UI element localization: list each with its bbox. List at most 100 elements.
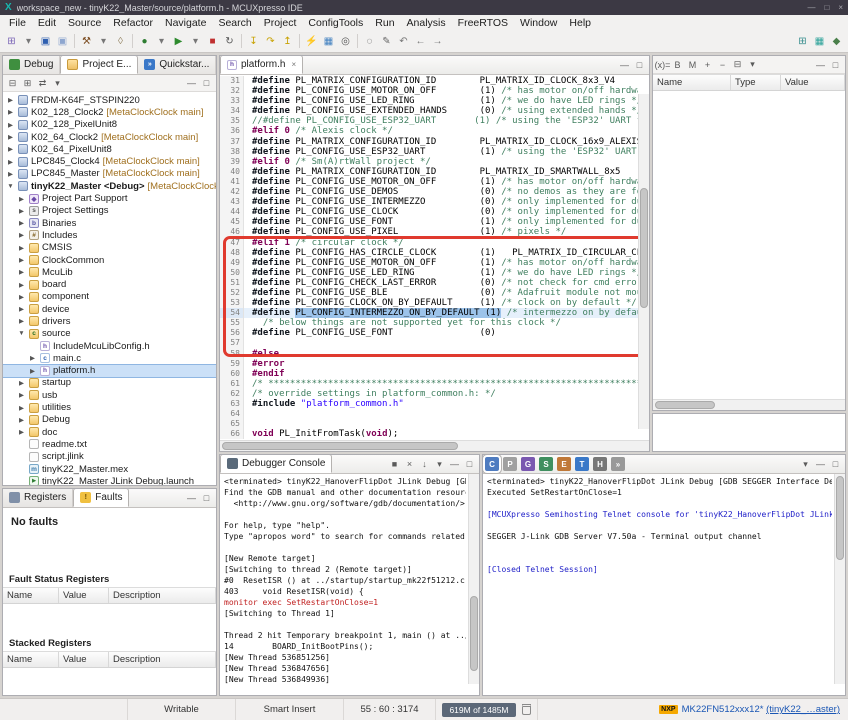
view-tab-quickstar[interactable]: »Quickstar... <box>138 55 216 74</box>
tree-item-frdm-k64f-stspin220[interactable]: ▶FRDM-K64F_STSPIN220 <box>3 94 216 106</box>
maximize-view-button[interactable]: □ <box>200 492 213 505</box>
develop-perspective-button[interactable]: ▦ <box>811 33 828 50</box>
ide-config-button[interactable]: ◎ <box>337 33 354 50</box>
global-variables-view-tab[interactable]: G <box>521 457 535 471</box>
code-editor[interactable]: 31#define PL_MATRIX_CONFIGURATION_ID PL_… <box>220 75 649 440</box>
collapse-all-button[interactable]: ⊟ <box>6 77 19 90</box>
twisty-icon[interactable]: ▶ <box>6 121 15 129</box>
menu-analysis[interactable]: Analysis <box>401 17 452 29</box>
code-line-58[interactable]: 58#else <box>220 349 638 359</box>
open-console-button[interactable]: ▾ <box>433 458 446 471</box>
menu-edit[interactable]: Edit <box>32 17 62 29</box>
tree-item-cmsis[interactable]: ▶CMSIS <box>3 242 216 254</box>
twisty-icon[interactable]: ▶ <box>17 379 26 387</box>
code-line-62[interactable]: 62/* override settings in platform_commo… <box>220 389 638 399</box>
view-menu-button[interactable]: ▾ <box>746 58 759 71</box>
menu-window[interactable]: Window <box>514 17 563 29</box>
code-line-40[interactable]: 40#define PL_MATRIX_CONFIGURATION_ID PL_… <box>220 167 638 177</box>
memory-view-button[interactable]: ▦ <box>320 33 337 50</box>
telnet-view-tab[interactable]: T <box>575 457 589 471</box>
tree-item-tinyk22-master-debug[interactable]: ▼tinyK22_Master <Debug> [MetaClockClock … <box>3 180 216 192</box>
maximize-window-button[interactable]: □ <box>824 3 829 12</box>
tree-item-k02-64-pixelunit8[interactable]: ▶K02_64_PixelUnit8 <box>3 143 216 155</box>
tree-item-k02-128-clock2[interactable]: ▶K02_128_Clock2 [MetaClockClock main] <box>3 106 216 118</box>
minimize-view-button[interactable]: — <box>185 77 198 90</box>
more-views-tab[interactable]: » <box>611 457 625 471</box>
code-line-63[interactable]: 63#include "platform_common.h" <box>220 399 638 409</box>
scrollbar-thumb[interactable] <box>836 476 844 560</box>
view-tab-debug[interactable]: Debug <box>3 55 60 74</box>
view-tab-registers[interactable]: Registers <box>3 488 73 507</box>
twisty-icon[interactable]: ▶ <box>17 416 26 424</box>
forward-button[interactable]: → <box>429 33 446 50</box>
build-menu-button[interactable]: ▾ <box>95 33 112 50</box>
code-line-41[interactable]: 41#define PL_CONFIG_USE_MOTOR_ON_OFF (1)… <box>220 177 638 187</box>
maximize-view-button[interactable]: □ <box>829 458 842 471</box>
remove-launch-button[interactable]: × <box>403 458 416 471</box>
tree-item-component[interactable]: ▶component <box>3 291 216 303</box>
code-line-59[interactable]: 59#error <box>220 359 638 369</box>
tree-item-lpc845-master[interactable]: ▶LPC845_Master [MetaClockClock main] <box>3 168 216 180</box>
heap-stack-view-tab[interactable]: H <box>593 457 607 471</box>
twisty-icon[interactable]: ▶ <box>17 268 26 276</box>
new-menu-button[interactable]: ▾ <box>20 33 37 50</box>
twisty-icon[interactable]: ▶ <box>17 391 26 399</box>
tree-item-lpc845-clock4[interactable]: ▶LPC845_Clock4 [MetaClockClock main] <box>3 155 216 167</box>
tree-item-includes[interactable]: ▶#Includes <box>3 229 216 241</box>
code-line-46[interactable]: 46#define PL_CONFIG_USE_PIXEL (1) /* pix… <box>220 227 638 237</box>
menu-source[interactable]: Source <box>62 17 107 29</box>
menu-file[interactable]: File <box>3 17 32 29</box>
tree-item-tinyk22-master-mex[interactable]: mtinyK22_Master.mex <box>3 463 216 475</box>
view-tab-project-e[interactable]: Project E... <box>60 55 138 74</box>
tree-item-platform-h[interactable]: ▶hplatform.h <box>3 365 216 377</box>
show-type-names-button[interactable]: (x)= <box>656 58 669 71</box>
code-line-56[interactable]: 56#define PL_CONFIG_USE_FONT (0) <box>220 328 638 338</box>
twisty-icon[interactable]: ▶ <box>17 281 26 289</box>
open-perspective-button[interactable]: ⊞ <box>794 33 811 50</box>
menu-project[interactable]: Project <box>258 17 303 29</box>
terminate-button[interactable]: ■ <box>204 33 221 50</box>
maximize-editor-button[interactable]: □ <box>633 59 646 72</box>
menu-navigate[interactable]: Navigate <box>159 17 212 29</box>
code-line-33[interactable]: 33#define PL_CONFIG_USE_LED_RING (1) /* … <box>220 96 638 106</box>
remove-watch-button[interactable]: − <box>716 58 729 71</box>
menu-refactor[interactable]: Refactor <box>107 17 159 29</box>
last-edit-button[interactable]: ↶ <box>395 33 412 50</box>
twisty-icon[interactable]: ▶ <box>17 404 26 412</box>
garbage-collect-button[interactable] <box>522 704 531 715</box>
column-header-type[interactable]: Type <box>731 75 781 90</box>
build-button[interactable]: ⚒ <box>78 33 95 50</box>
tree-item-k02-64-clock2[interactable]: ▶K02_64_Clock2 [MetaClockClock main] <box>3 131 216 143</box>
twisty-icon[interactable]: ▶ <box>6 145 15 153</box>
step-over-button[interactable]: ↷ <box>262 33 279 50</box>
run-menu-button[interactable]: ▾ <box>187 33 204 50</box>
column-header-name[interactable]: Name <box>653 75 731 90</box>
maximize-view-button[interactable]: □ <box>463 458 476 471</box>
column-header-value[interactable]: Value <box>781 75 845 90</box>
twisty-icon[interactable]: ▶ <box>6 96 15 104</box>
scrollbar-thumb[interactable] <box>222 442 458 450</box>
tree-item-startup[interactable]: ▶startup <box>3 377 216 389</box>
code-line-32[interactable]: 32#define PL_CONFIG_USE_MOTOR_ON_OFF (1)… <box>220 86 638 96</box>
twisty-icon[interactable]: ▶ <box>17 305 26 313</box>
column-header-value[interactable]: Value <box>59 652 109 667</box>
twisty-icon[interactable]: ▶ <box>28 354 37 362</box>
terminate-console-button[interactable]: ■ <box>388 458 401 471</box>
menu-help[interactable]: Help <box>563 17 597 29</box>
minimize-window-button[interactable]: — <box>807 3 815 12</box>
code-line-61[interactable]: 61/* ***********************************… <box>220 379 638 389</box>
tree-item-device[interactable]: ▶device <box>3 303 216 315</box>
code-line-45[interactable]: 45#define PL_CONFIG_USE_FONT (1) /* only… <box>220 217 638 227</box>
twisty-icon[interactable]: ▶ <box>17 231 26 239</box>
menu-freertos[interactable]: FreeRTOS <box>452 17 514 29</box>
code-line-60[interactable]: 60#endif <box>220 369 638 379</box>
twisty-icon[interactable]: ▶ <box>6 170 15 178</box>
binary-format-button[interactable]: B <box>671 58 684 71</box>
step-into-button[interactable]: ↧ <box>245 33 262 50</box>
tree-item-project-settings[interactable]: ▶sProject Settings <box>3 205 216 217</box>
tree-item-usb[interactable]: ▶usb <box>3 389 216 401</box>
tree-item-includemculibconfig-h[interactable]: hIncludeMcuLibConfig.h <box>3 340 216 352</box>
tree-item-utilities[interactable]: ▶utilities <box>3 401 216 413</box>
collapse-all-button[interactable]: ⊟ <box>731 58 744 71</box>
minimize-view-button[interactable]: — <box>448 458 461 471</box>
